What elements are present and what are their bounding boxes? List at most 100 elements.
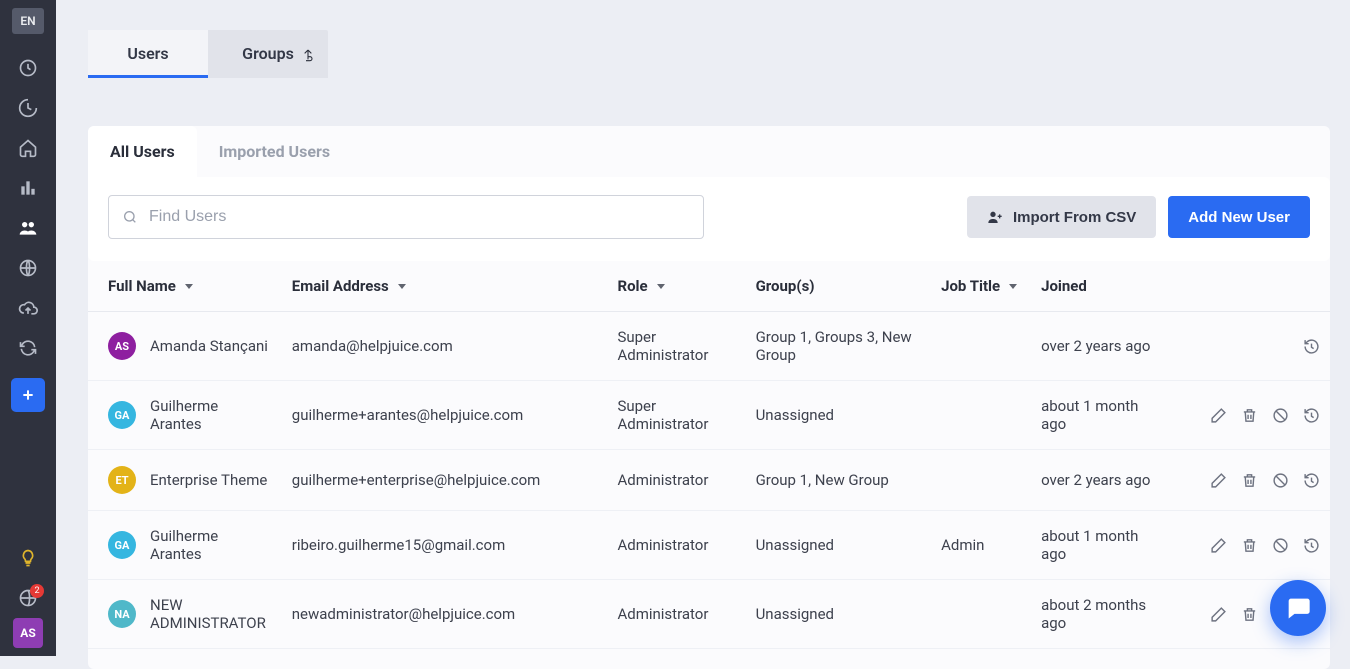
user-job-title [931, 450, 1031, 511]
user-plus-icon [987, 209, 1003, 225]
user-role: Administrator [607, 450, 745, 511]
edit-icon[interactable] [1210, 407, 1227, 424]
user-role: Administrator [607, 580, 745, 649]
delete-icon[interactable] [1241, 407, 1258, 424]
col-header-fullname[interactable]: Full Name [108, 277, 194, 295]
user-avatar: GA [108, 401, 136, 429]
user-job-title [931, 312, 1031, 381]
user-name[interactable]: NEW ADMINISTRATOR [150, 596, 272, 632]
globe-gear-icon[interactable] [0, 248, 56, 288]
user-name[interactable]: Enterprise Theme [150, 471, 267, 489]
sidebar: EN 2 AS [0, 0, 56, 656]
user-job-title [931, 580, 1031, 649]
import-csv-button[interactable]: Import From CSV [967, 196, 1156, 238]
user-email: guilherme+arantes@helpjuice.com [282, 381, 608, 450]
user-joined: about 1 month ago [1031, 511, 1175, 580]
tab-imported-users[interactable]: Imported Users [197, 126, 352, 177]
user-job-title: Admin [931, 511, 1031, 580]
sort-caret-icon [656, 281, 666, 291]
edit-icon[interactable] [1210, 472, 1227, 489]
user-avatar: NA [108, 600, 136, 628]
users-nav-icon[interactable] [0, 208, 56, 248]
mouse-cursor-icon [302, 48, 318, 64]
table-row: NA NEW ADMINISTRATOR newadministrator@help… [88, 580, 1330, 649]
col-header-joined[interactable]: Joined [1041, 277, 1087, 295]
col-header-email[interactable]: Email Address [292, 277, 407, 295]
sort-caret-icon [184, 281, 194, 291]
tab-groups[interactable]: Groups [208, 30, 328, 78]
user-job-title [931, 381, 1031, 450]
edit-icon[interactable] [1210, 537, 1227, 554]
primary-tabs: Users Groups [88, 30, 328, 78]
user-avatar: GA [108, 531, 136, 559]
current-user-avatar[interactable]: AS [13, 618, 43, 648]
home-icon[interactable] [0, 128, 56, 168]
ban-icon[interactable] [1272, 537, 1289, 554]
user-email: newadministrator@helpjuice.com [282, 580, 608, 649]
tab-users[interactable]: Users [88, 30, 208, 78]
cloud-upload-icon[interactable] [0, 288, 56, 328]
add-button[interactable] [11, 378, 45, 412]
user-email: ribeiro.guilherme15@gmail.com [282, 511, 608, 580]
chat-icon [1284, 594, 1312, 622]
table-row: AS Amanda Stançani amanda@helpjuice.comSup… [88, 312, 1330, 381]
edit-icon[interactable] [1210, 606, 1227, 623]
delete-icon[interactable] [1241, 606, 1258, 623]
chat-widget-button[interactable] [1270, 580, 1326, 636]
user-avatar: AS [108, 332, 136, 360]
user-joined: over 2 years ago [1031, 450, 1175, 511]
user-joined: over 2 years ago [1031, 312, 1175, 381]
user-joined: about 2 months ago [1031, 580, 1175, 649]
table-row: ET Enterprise Theme guilherme+enterprise@h… [88, 450, 1330, 511]
dashboard-icon[interactable] [0, 48, 56, 88]
history-icon[interactable] [1303, 537, 1320, 554]
ban-icon[interactable] [1272, 472, 1289, 489]
user-groups: Unassigned [746, 381, 932, 450]
user-role: Administrator [607, 511, 745, 580]
sort-caret-icon [1008, 281, 1018, 291]
user-name[interactable]: Guilherme Arantes [150, 527, 272, 563]
history-icon[interactable] [1303, 472, 1320, 489]
ban-icon[interactable] [1272, 407, 1289, 424]
tab-groups-label: Groups [242, 44, 294, 63]
notifications-icon[interactable]: 2 [0, 578, 56, 618]
import-csv-label: Import From CSV [1013, 209, 1136, 226]
table-row: GA Guilherme Arantes ribeiro.guilherme15@g… [88, 511, 1330, 580]
history-icon[interactable] [1303, 407, 1320, 424]
col-header-role[interactable]: Role [617, 277, 665, 295]
secondary-tabs: All Users Imported Users [88, 126, 1330, 177]
table-row: GA Guilherme Arantes guilherme+arantes@hel… [88, 381, 1330, 450]
add-user-label: Add New User [1188, 209, 1290, 226]
user-groups: Group 1, New Group [746, 450, 932, 511]
user-avatar: ET [108, 466, 136, 494]
history-icon[interactable] [1303, 338, 1320, 355]
user-groups: Unassigned [746, 580, 932, 649]
search-input[interactable] [108, 195, 704, 239]
col-header-groups[interactable]: Group(s) [756, 277, 815, 295]
search-icon [122, 209, 138, 225]
sync-icon[interactable] [0, 328, 56, 368]
user-role: Super Administrator [607, 312, 745, 381]
user-joined: about 1 month ago [1031, 381, 1175, 450]
tips-icon[interactable] [0, 538, 56, 578]
user-groups: Group 1, Groups 3, New Group [746, 312, 932, 381]
delete-icon[interactable] [1241, 537, 1258, 554]
search-wrap [108, 195, 704, 239]
language-switcher[interactable]: EN [12, 8, 44, 34]
user-email: guilherme+enterprise@helpjuice.com [282, 450, 608, 511]
sort-caret-icon [397, 281, 407, 291]
content-area: Users Groups All Users Imported Users Im… [56, 0, 1350, 656]
user-groups: Unassigned [746, 511, 932, 580]
user-role: Super Administrator [607, 381, 745, 450]
toolbar: Import From CSV Add New User [88, 177, 1330, 261]
tab-all-users[interactable]: All Users [88, 126, 197, 177]
analytics-icon[interactable] [0, 168, 56, 208]
col-header-jobtitle[interactable]: Job Title [941, 277, 1018, 295]
user-email: amanda@helpjuice.com [282, 312, 608, 381]
notification-count: 2 [30, 584, 44, 598]
add-user-button[interactable]: Add New User [1168, 196, 1310, 238]
delete-icon[interactable] [1241, 472, 1258, 489]
user-name[interactable]: Guilherme Arantes [150, 397, 272, 433]
activity-icon[interactable] [0, 88, 56, 128]
user-name[interactable]: Amanda Stançani [150, 337, 268, 355]
